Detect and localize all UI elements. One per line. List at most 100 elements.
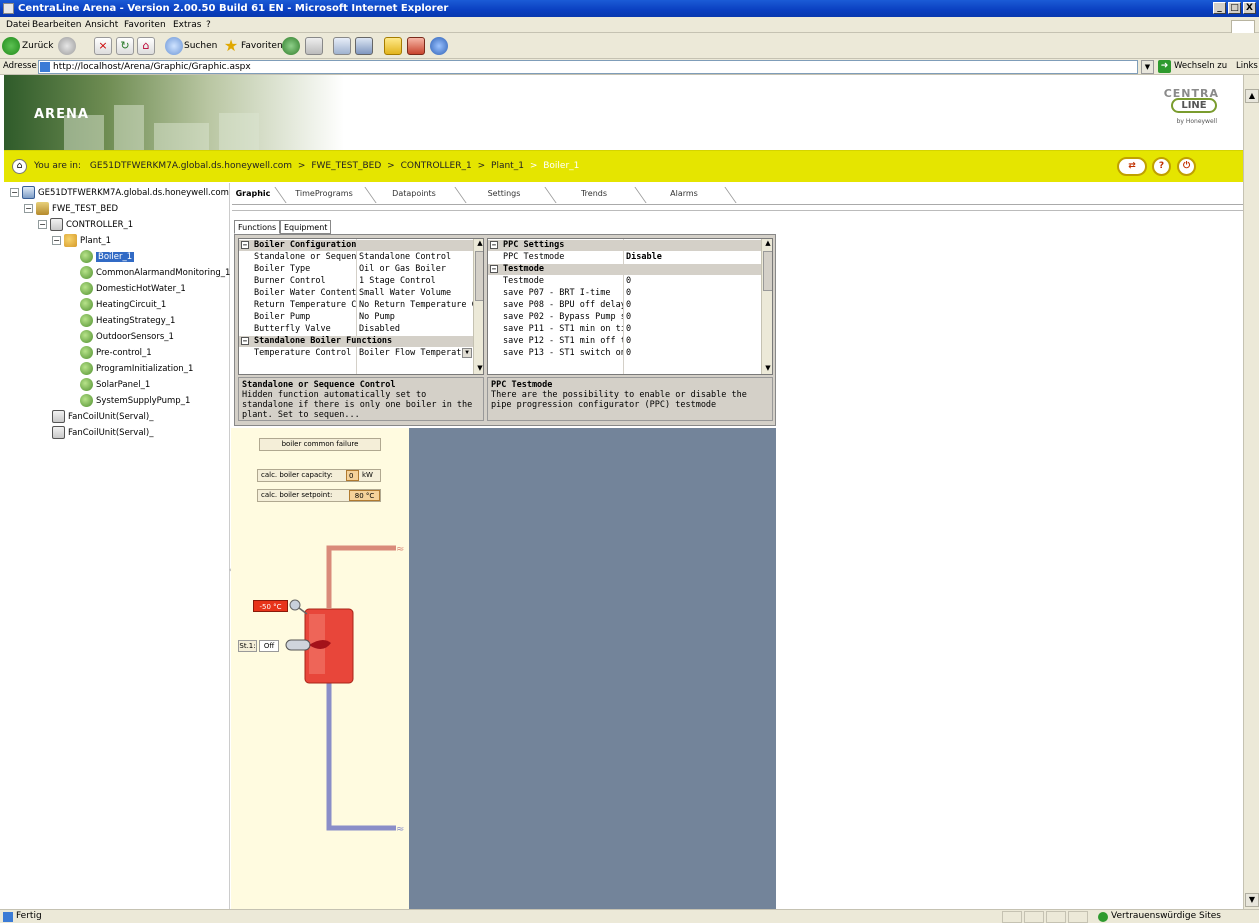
tree-node-application[interactable]: CommonAlarmandMonitoring_1: [80, 266, 230, 280]
menu-extras[interactable]: Extras: [173, 20, 201, 30]
collapse-icon[interactable]: −: [490, 265, 498, 273]
collapse-icon[interactable]: −: [52, 236, 61, 245]
tree-node-controller[interactable]: FanCoilUnit(Serval)_: [52, 426, 153, 440]
collapse-icon[interactable]: −: [241, 241, 249, 249]
folder-icon[interactable]: [384, 37, 402, 55]
subtab-functions[interactable]: Functions: [234, 220, 281, 234]
messenger-icon[interactable]: [430, 37, 448, 55]
ppc-property-grid[interactable]: − PPC Settings PPC Testmode Disable − Testm…: [487, 238, 773, 375]
scroll-thumb[interactable]: [763, 251, 772, 291]
collapse-icon[interactable]: −: [241, 337, 249, 345]
tab-alarms[interactable]: Alarms: [644, 185, 724, 203]
home-icon[interactable]: ⌂: [12, 159, 27, 174]
scroll-up-icon[interactable]: ▲: [763, 239, 772, 249]
grid-row[interactable]: Boiler Water Contents Small Water Volume: [239, 288, 473, 299]
grid-category[interactable]: − Boiler Configuration: [239, 240, 473, 251]
tree-node-controller[interactable]: FanCoilUnit(Serval)_: [52, 410, 153, 424]
boiler-property-grid[interactable]: − Boiler Configuration Standalone or Sequ…: [238, 238, 484, 375]
tree-node-site[interactable]: − FWE_TEST_BED: [24, 202, 118, 216]
tree-node-application[interactable]: OutdoorSensors_1: [80, 330, 174, 344]
collapse-icon[interactable]: −: [38, 220, 47, 229]
menu-favoriten[interactable]: Favoriten: [124, 20, 166, 30]
grid-row[interactable]: save P07 - BRT I-time 0: [488, 288, 761, 299]
dropdown-arrow-icon[interactable]: ▼: [462, 348, 472, 358]
scroll-thumb[interactable]: [475, 251, 483, 301]
tree-node-application[interactable]: SystemSupplyPump_1: [80, 394, 190, 408]
grid-row[interactable]: Standalone or Sequen Standalone Control: [239, 252, 473, 263]
grid-category[interactable]: − PPC Settings: [488, 240, 761, 251]
collapse-icon[interactable]: −: [490, 241, 498, 249]
go-arrow-icon[interactable]: ➜: [1158, 60, 1171, 73]
minimize-button[interactable]: _: [1213, 2, 1226, 14]
search-icon[interactable]: [165, 37, 183, 55]
tree-node-server[interactable]: − GE51DTFWERKM7A.global.ds.honeywell.com: [10, 186, 229, 200]
tab-graphic[interactable]: Graphic: [232, 185, 274, 203]
logout-button[interactable]: ⏻: [1177, 157, 1196, 176]
collapse-icon[interactable]: −: [24, 204, 33, 213]
tree-node-application[interactable]: ProgramInitialization_1: [80, 362, 193, 376]
tree-node-application[interactable]: SolarPanel_1: [80, 378, 150, 392]
mail-icon[interactable]: [305, 37, 323, 55]
page-scrollbar[interactable]: ▲ ▼: [1243, 75, 1259, 909]
scroll-down-icon[interactable]: ▼: [1245, 893, 1259, 907]
tab-datapoints[interactable]: Datapoints: [374, 185, 454, 203]
history-icon[interactable]: [282, 37, 300, 55]
favorites-star-icon[interactable]: ★: [222, 37, 240, 55]
grid-row[interactable]: save P08 - BPU off delay 0: [488, 300, 761, 311]
grid-row[interactable]: Boiler Pump No Pump: [239, 312, 473, 323]
grid-scrollbar[interactable]: ▲ ▼: [761, 239, 772, 374]
forward-icon[interactable]: [58, 37, 76, 55]
tree-node-application[interactable]: HeatingCircuit_1: [80, 298, 166, 312]
favorites-button[interactable]: Favoriten: [241, 37, 283, 55]
refresh-icon[interactable]: ↻: [116, 37, 134, 55]
home-icon[interactable]: ⌂: [137, 37, 155, 55]
search-button[interactable]: Suchen: [184, 37, 217, 55]
grid-row[interactable]: save P13 - ST1 switch on d0: [488, 348, 761, 359]
breadcrumb-item-plant[interactable]: Plant_1: [491, 161, 524, 171]
grid-scrollbar[interactable]: ▲ ▼: [473, 239, 483, 374]
address-dropdown-button[interactable]: ▼: [1141, 60, 1154, 74]
grid-row[interactable]: Burner Control 1 Stage Control: [239, 276, 473, 287]
grid-row[interactable]: Testmode 0: [488, 276, 761, 287]
menu-ansicht[interactable]: Ansicht: [85, 20, 118, 30]
tree-node-application[interactable]: DomesticHotWater_1: [80, 282, 186, 296]
grid-row[interactable]: save P12 - ST1 min off time0: [488, 336, 761, 347]
tree-node-application[interactable]: Pre-control_1: [80, 346, 152, 360]
grid-row[interactable]: save P02 - Bypass Pump sv 0: [488, 312, 761, 323]
tab-settings[interactable]: Settings: [464, 185, 544, 203]
back-button[interactable]: Zurück: [22, 37, 53, 55]
menu-bearbeiten[interactable]: Bearbeiten: [32, 20, 81, 30]
breadcrumb-item-controller[interactable]: CONTROLLER_1: [401, 161, 472, 171]
collapse-icon[interactable]: −: [10, 188, 19, 197]
grid-row[interactable]: Return Temperature C No Return Temperatur…: [239, 300, 473, 311]
menu-datei[interactable]: Datei: [6, 20, 30, 30]
breadcrumb-item-site[interactable]: FWE_TEST_BED: [311, 161, 381, 171]
maximize-button[interactable]: □: [1228, 2, 1241, 14]
edit-icon[interactable]: [355, 37, 373, 55]
research-icon[interactable]: [407, 37, 425, 55]
grid-row[interactable]: Boiler Type Oil or Gas Boiler: [239, 264, 473, 275]
tab-timeprograms[interactable]: TimePrograms: [284, 185, 364, 203]
scroll-up-icon[interactable]: ▲: [475, 239, 483, 249]
scroll-down-icon[interactable]: ▼: [475, 364, 483, 374]
scroll-down-icon[interactable]: ▼: [763, 364, 772, 374]
menu-help[interactable]: ?: [206, 20, 211, 30]
stop-icon[interactable]: ×: [94, 37, 112, 55]
breadcrumb-item-server[interactable]: GE51DTFWERKM7A.global.ds.honeywell.com: [90, 161, 292, 171]
tree-node-boiler[interactable]: Boiler_1: [80, 250, 135, 264]
grid-category[interactable]: − Testmode: [488, 264, 761, 275]
grid-category[interactable]: − Standalone Boiler Functions: [239, 336, 473, 347]
tree-node-controller[interactable]: − CONTROLLER_1: [38, 218, 133, 232]
close-button[interactable]: X: [1243, 2, 1256, 14]
subtab-equipment[interactable]: Equipment: [280, 220, 332, 234]
scroll-up-icon[interactable]: ▲: [1245, 89, 1259, 103]
links-button[interactable]: Links: [1236, 61, 1258, 71]
grid-row[interactable]: Butterfly Valve Disabled: [239, 324, 473, 335]
address-input[interactable]: http://localhost/Arena/Graphic/Graphic.a…: [38, 60, 1138, 74]
tools-button[interactable]: ⇄: [1117, 157, 1147, 176]
print-icon[interactable]: [333, 37, 351, 55]
back-icon[interactable]: [2, 37, 20, 55]
stage-value[interactable]: Off: [259, 640, 279, 652]
grid-row[interactable]: save P11 - ST1 min on time 0: [488, 324, 761, 335]
tree-node-application[interactable]: HeatingStrategy_1: [80, 314, 175, 328]
